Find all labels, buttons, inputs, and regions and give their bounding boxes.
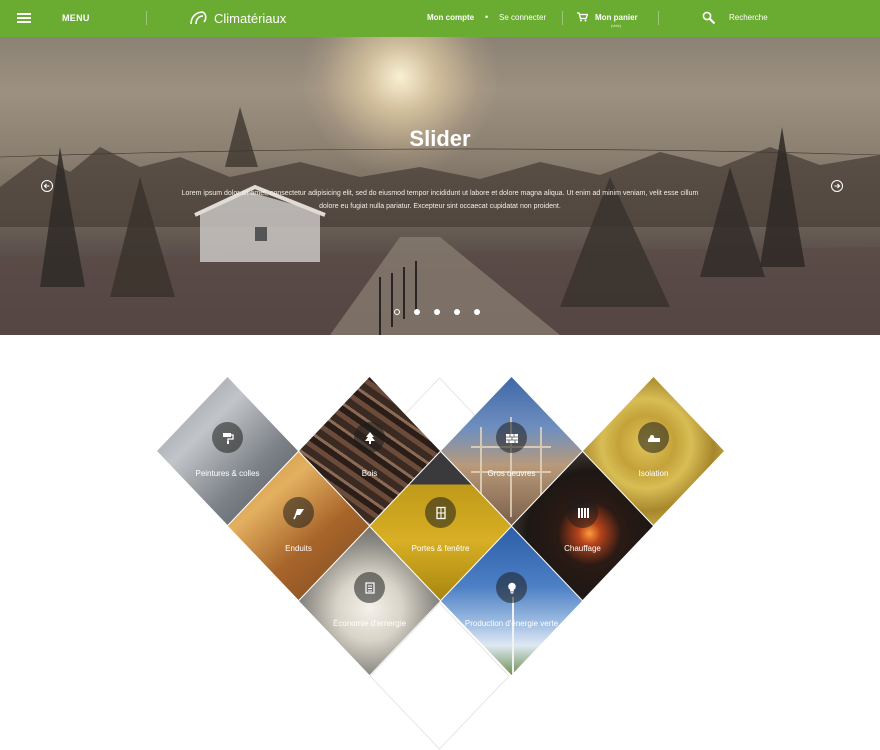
arrow-right-icon bbox=[834, 183, 841, 189]
logo-text: Climatériaux bbox=[214, 10, 287, 26]
search-icon[interactable] bbox=[702, 11, 716, 25]
slider-description: Lorem ipsum dolor sit amet, consectetur … bbox=[181, 190, 699, 210]
paint-roller-icon bbox=[212, 422, 243, 453]
brick-wall-icon bbox=[496, 422, 527, 453]
tree-icon bbox=[354, 422, 385, 453]
my-account-link[interactable]: Mon compte bbox=[427, 13, 474, 22]
search-link[interactable]: Recherche bbox=[729, 13, 768, 22]
slide-dot[interactable] bbox=[414, 309, 420, 315]
window-icon bbox=[425, 497, 456, 528]
top-navigation-bar: MENU Climatériaux Mon compte • Se connec… bbox=[0, 0, 880, 37]
arrow-left-icon bbox=[43, 183, 50, 189]
previous-slide-button[interactable] bbox=[41, 180, 53, 192]
slide-dot[interactable] bbox=[474, 309, 480, 315]
divider bbox=[146, 11, 147, 25]
hero-slider: Slider Lorem ipsum dolor sit amet, conse… bbox=[0, 37, 880, 335]
login-link[interactable]: Se connecter bbox=[499, 13, 546, 22]
menu-button[interactable]: MENU bbox=[62, 13, 90, 23]
cart-status: (vide) bbox=[611, 23, 622, 28]
divider bbox=[658, 11, 659, 25]
logo-icon bbox=[190, 11, 207, 25]
cart-icon[interactable] bbox=[577, 12, 588, 22]
slide-dot[interactable] bbox=[454, 309, 460, 315]
separator-dot: • bbox=[485, 12, 489, 22]
lightbulb-icon bbox=[496, 572, 527, 603]
slider-pagination bbox=[394, 309, 480, 315]
next-slide-button[interactable] bbox=[831, 180, 843, 192]
divider bbox=[562, 11, 563, 25]
insulation-roll-icon bbox=[638, 422, 669, 453]
slider-title: Slider bbox=[409, 126, 471, 151]
trowel-icon bbox=[283, 497, 314, 528]
hamburger-menu-icon[interactable] bbox=[17, 13, 31, 24]
my-cart-link[interactable]: Mon panier bbox=[595, 13, 638, 22]
logo-link[interactable]: Climatériaux bbox=[189, 7, 286, 29]
landscape-image bbox=[0, 107, 880, 335]
slide-dot[interactable] bbox=[434, 309, 440, 315]
energy-meter-icon bbox=[354, 572, 385, 603]
radiator-icon bbox=[567, 497, 598, 528]
slide-dot[interactable] bbox=[394, 309, 400, 315]
